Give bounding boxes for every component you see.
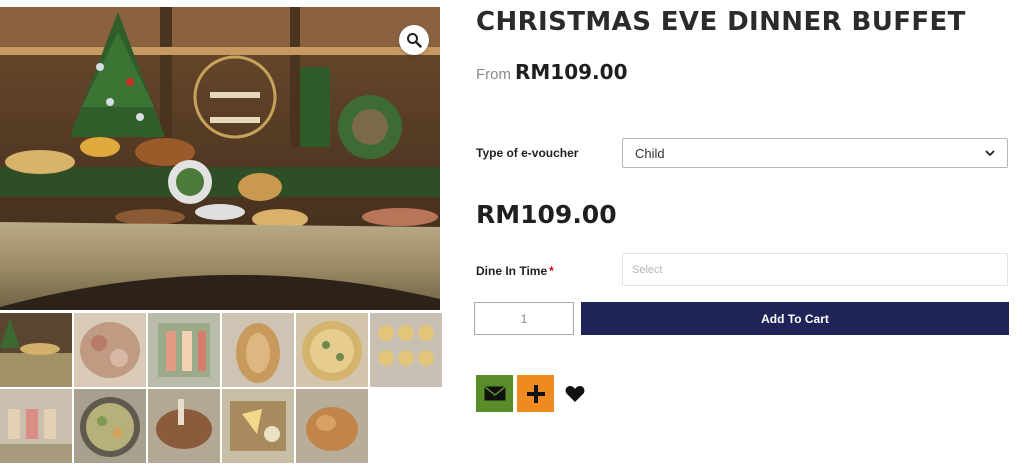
thumbnail-soup-bowl[interactable] xyxy=(74,389,146,463)
quantity-input[interactable]: 1 xyxy=(474,302,574,335)
price-from-amount: RM109.00 xyxy=(515,60,628,84)
thumbnail-buffet-table[interactable] xyxy=(0,313,72,387)
chevron-down-icon xyxy=(985,150,995,157)
dine-time-placeholder: Select xyxy=(632,263,663,276)
thumbnail-roast-chicken[interactable] xyxy=(296,389,368,463)
zoom-button[interactable] xyxy=(399,25,429,55)
buffet-table-photo xyxy=(0,7,440,310)
quantity-value: 1 xyxy=(520,311,528,326)
voucher-type-value: Child xyxy=(635,145,665,161)
wishlist-button[interactable] xyxy=(558,375,592,412)
add-to-cart-label: Add To Cart xyxy=(761,311,829,326)
thumbnail-cold-cuts[interactable] xyxy=(74,313,146,387)
product-price: RM109.00 xyxy=(476,200,617,229)
dine-time-label-text: Dine In Time xyxy=(476,264,548,278)
share-more-button[interactable] xyxy=(517,375,554,412)
dine-time-select[interactable]: Select xyxy=(622,253,1008,286)
magnifier-icon xyxy=(407,33,422,48)
share-email-button[interactable] xyxy=(476,375,513,412)
voucher-type-label: Type of e-voucher xyxy=(476,146,579,160)
plus-icon xyxy=(526,384,545,403)
thumbnail-mini-tarts[interactable] xyxy=(370,313,442,387)
voucher-type-select[interactable]: Child xyxy=(622,138,1008,168)
required-marker: * xyxy=(549,264,554,278)
envelope-icon xyxy=(484,386,505,401)
heart-icon xyxy=(565,385,585,402)
thumbnail-cheese-board[interactable] xyxy=(222,389,294,463)
thumbnail-roast-lamb[interactable] xyxy=(148,389,220,463)
price-from-label: From xyxy=(476,66,511,83)
thumbnail-dessert-glasses[interactable] xyxy=(0,389,72,463)
price-from: From RM109.00 xyxy=(476,60,627,84)
thumbnail-quiche[interactable] xyxy=(296,313,368,387)
add-to-cart-button[interactable]: Add To Cart xyxy=(581,302,1009,335)
product-main-image[interactable] xyxy=(0,7,440,310)
thumbnail-sashimi[interactable] xyxy=(148,313,220,387)
thumbnail-braided-bread[interactable] xyxy=(222,313,294,387)
product-title: CHRISTMAS EVE DINNER BUFFET xyxy=(476,7,966,37)
dine-time-label: Dine In Time * xyxy=(476,264,554,278)
